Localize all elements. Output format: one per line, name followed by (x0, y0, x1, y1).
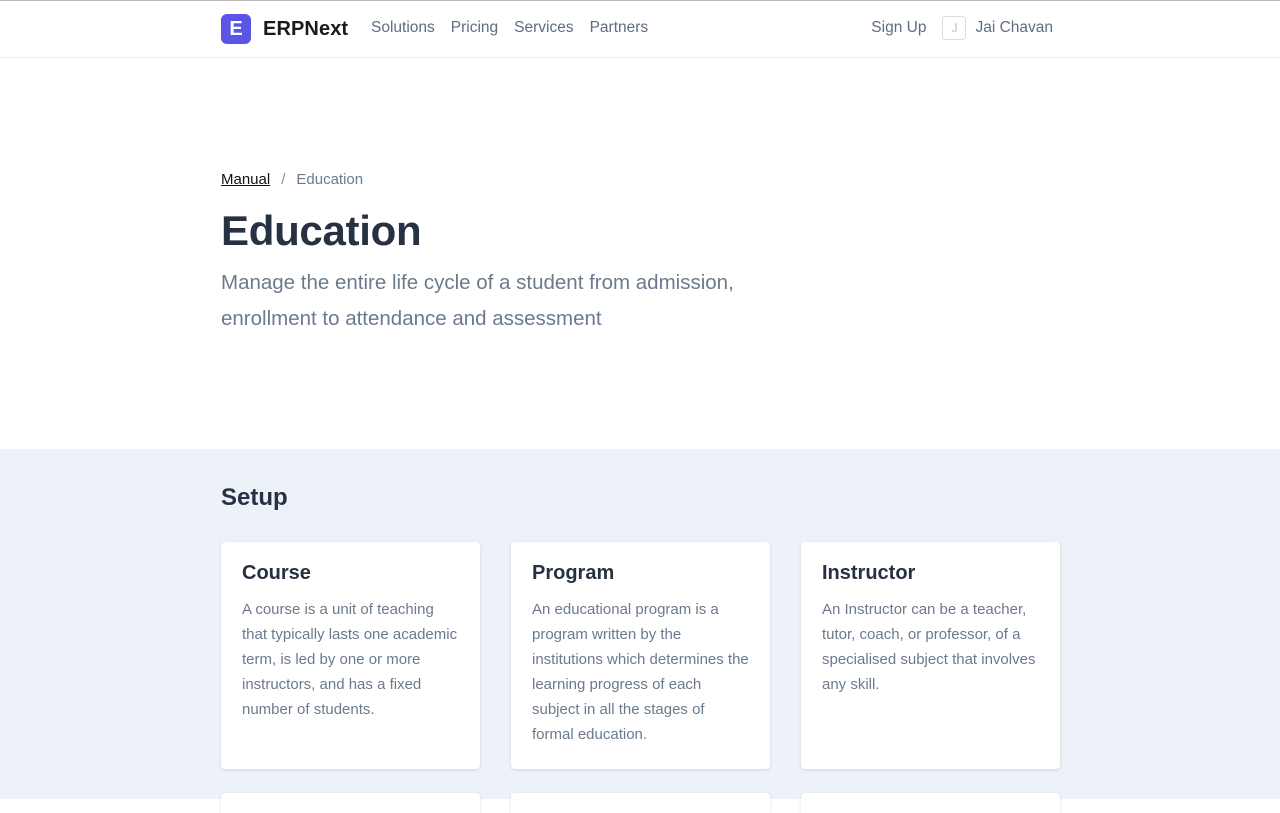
nav-link-services[interactable]: Services (514, 19, 573, 37)
breadcrumb-current: Education (296, 171, 364, 188)
card-partial[interactable] (511, 793, 770, 813)
page-title: Education (221, 207, 422, 254)
card-program[interactable]: Program An educational program is a prog… (511, 542, 770, 769)
breadcrumb-separator: / (281, 171, 286, 188)
brand-link[interactable]: E ERPNext (221, 14, 348, 44)
erpnext-logo-icon: E (221, 14, 251, 44)
user-area: Sign Up J Jai Chavan (871, 16, 1053, 40)
card-description: A course is a unit of teaching that typi… (242, 601, 458, 718)
page-subtitle: Manage the entire life cycle of a studen… (221, 271, 734, 330)
nav-link-pricing[interactable]: Pricing (451, 19, 498, 37)
setup-section: Setup Course A course is a unit of teach… (0, 449, 1280, 813)
card-instructor[interactable]: Instructor An Instructor can be a teache… (801, 542, 1060, 769)
card-description: An educational program is a program writ… (532, 601, 749, 743)
card-title: Program (532, 562, 615, 584)
card-description: An Instructor can be a teacher, tutor, c… (822, 601, 1036, 693)
card-partial[interactable] (221, 793, 480, 813)
nav-link-partners[interactable]: Partners (590, 19, 649, 37)
breadcrumb: Manual / Education (221, 171, 363, 188)
card-course[interactable]: Course A course is a unit of teaching th… (221, 542, 480, 769)
breadcrumb-manual-link[interactable]: Manual (221, 171, 270, 188)
section-title-setup: Setup (221, 484, 288, 511)
avatar[interactable]: J (942, 16, 967, 40)
brand-name: ERPNext (263, 17, 349, 40)
card-title: Course (242, 562, 311, 584)
card-title: Instructor (822, 562, 916, 584)
card-partial[interactable] (801, 793, 1060, 813)
user-name[interactable]: Jai Chavan (975, 19, 1053, 37)
sign-up-link[interactable]: Sign Up (871, 19, 926, 37)
navbar: E ERPNext Solutions Pricing Services Par… (0, 1, 1280, 58)
nav-link-solutions[interactable]: Solutions (371, 19, 435, 37)
main-nav: Solutions Pricing Services Partners (371, 19, 664, 37)
